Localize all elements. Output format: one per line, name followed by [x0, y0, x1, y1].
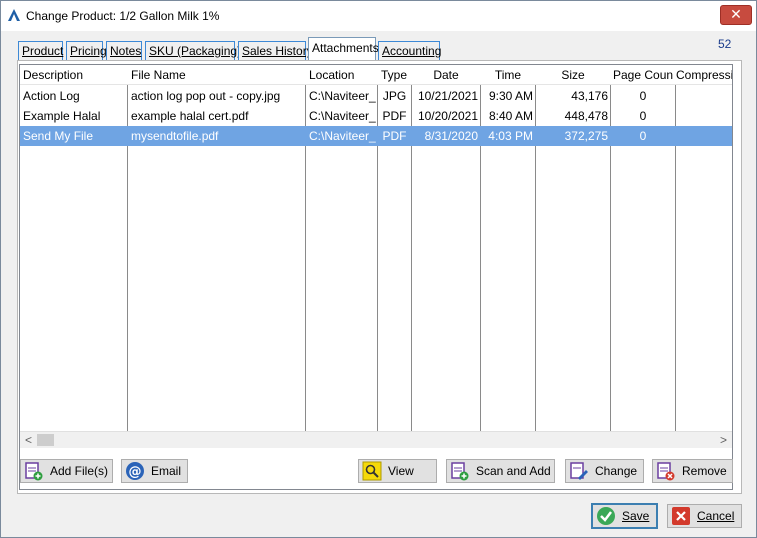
- cell-type: PDF: [382, 109, 407, 123]
- cell-date: 10/20/2021: [417, 109, 478, 123]
- view-button[interactable]: View: [358, 459, 437, 483]
- scanner-add-icon: [451, 462, 469, 481]
- change-label: Change: [595, 464, 638, 478]
- attachments-panel: Description File Name Location Type Date…: [17, 60, 742, 494]
- close-button[interactable]: ✕: [720, 5, 752, 25]
- cell-time: 4:03 PM: [488, 129, 533, 143]
- cell-location: C:\Naviteer_B: [309, 109, 376, 123]
- table-row-selected[interactable]: Send My File mysendtofile.pdf C:\Navitee…: [20, 126, 732, 146]
- scroll-right-arrow[interactable]: >: [715, 432, 732, 449]
- cell-location: C:\Naviteer_B: [309, 129, 376, 143]
- cancel-button[interactable]: Cancel: [667, 504, 742, 528]
- svg-text:@: @: [129, 465, 142, 480]
- cell-type: PDF: [382, 129, 407, 143]
- column-header-date[interactable]: Date: [412, 68, 480, 82]
- cell-location: C:\Naviteer_B: [309, 89, 376, 103]
- add-files-button[interactable]: Add File(s): [20, 459, 113, 483]
- tab-sku-packaging[interactable]: SKU (Packaging): [145, 41, 241, 61]
- cell-file-name: action log pop out - copy.jpg: [131, 89, 281, 103]
- scrollbar-thumb[interactable]: [37, 434, 54, 446]
- title-bar[interactable]: Change Product: 1/2 Gallon Milk 1% ✕: [1, 1, 756, 31]
- file-add-icon: [25, 462, 43, 481]
- cell-description: Action Log: [23, 89, 80, 103]
- save-button[interactable]: Save: [591, 503, 658, 529]
- column-header-type[interactable]: Type: [381, 68, 409, 82]
- remove-label: Remove: [682, 464, 727, 478]
- cell-size: 43,176: [571, 89, 608, 103]
- cell-size: 372,275: [564, 129, 608, 143]
- at-sign-icon: @: [126, 462, 144, 480]
- file-edit-icon: [570, 462, 588, 480]
- tab-pricing[interactable]: Pricing: [66, 41, 107, 61]
- tab-sales-history[interactable]: Sales History: [238, 41, 313, 61]
- email-label: Email: [151, 464, 182, 478]
- table-row[interactable]: Example Halal example halal cert.pdf C:\…: [20, 106, 732, 126]
- view-label: View: [388, 464, 414, 478]
- x-icon: [672, 507, 690, 525]
- cell-description: Send My File: [23, 129, 94, 143]
- cell-type: JPG: [382, 89, 407, 103]
- cell-time: 9:30 AM: [488, 89, 533, 103]
- column-header-location[interactable]: Location: [309, 68, 373, 82]
- cell-file-name: mysendtofile.pdf: [131, 129, 219, 143]
- cell-date: 8/31/2020: [424, 129, 478, 143]
- attachments-grid[interactable]: Description File Name Location Type Date…: [19, 64, 733, 490]
- grid-header: Description File Name Location Type Date…: [20, 65, 732, 85]
- column-header-size[interactable]: Size: [536, 68, 610, 82]
- checkmark-icon: [597, 507, 615, 525]
- file-remove-icon: [657, 462, 675, 481]
- magnifier-icon: [362, 461, 382, 481]
- scan-and-add-label: Scan and Add: [476, 464, 551, 478]
- cell-time: 8:40 AM: [488, 109, 533, 123]
- remove-button[interactable]: Remove: [652, 459, 733, 483]
- record-count: 52: [718, 37, 732, 51]
- change-button[interactable]: Change: [565, 459, 644, 483]
- cell-file-name: example halal cert.pdf: [131, 109, 249, 123]
- change-product-window: Change Product: 1/2 Gallon Milk 1% ✕ Pro…: [0, 0, 757, 538]
- cell-page-count: 0: [639, 129, 647, 143]
- cell-page-count: 0: [639, 89, 647, 103]
- table-row[interactable]: Action Log action log pop out - copy.jpg…: [20, 86, 732, 106]
- tab-accounting[interactable]: Accounting: [378, 41, 441, 61]
- tab-product[interactable]: Product: [18, 41, 63, 61]
- cancel-label: Cancel: [697, 509, 735, 523]
- cell-description: Example Halal: [23, 109, 101, 123]
- column-header-page-count[interactable]: Page Count: [613, 68, 673, 82]
- app-logo-icon: [8, 9, 20, 21]
- column-header-time[interactable]: Time: [481, 68, 535, 82]
- column-header-file-name[interactable]: File Name: [131, 68, 301, 82]
- tab-notes[interactable]: Notes: [106, 41, 142, 61]
- column-header-description[interactable]: Description: [23, 68, 123, 82]
- horizontal-scrollbar[interactable]: < >: [20, 431, 732, 448]
- email-button[interactable]: @ Email: [121, 459, 188, 483]
- tab-attachments[interactable]: Attachments: [308, 37, 379, 61]
- add-files-label: Add File(s): [50, 464, 109, 478]
- save-label: Save: [622, 509, 650, 523]
- scroll-left-arrow[interactable]: <: [20, 432, 37, 449]
- cell-page-count: 0: [639, 109, 647, 123]
- column-header-compression[interactable]: Compression: [676, 68, 732, 82]
- window-title: Change Product: 1/2 Gallon Milk 1%: [26, 9, 220, 23]
- cell-size: 448,478: [564, 109, 608, 123]
- scan-and-add-button[interactable]: Scan and Add: [446, 459, 555, 483]
- cell-date: 10/21/2021: [417, 89, 478, 103]
